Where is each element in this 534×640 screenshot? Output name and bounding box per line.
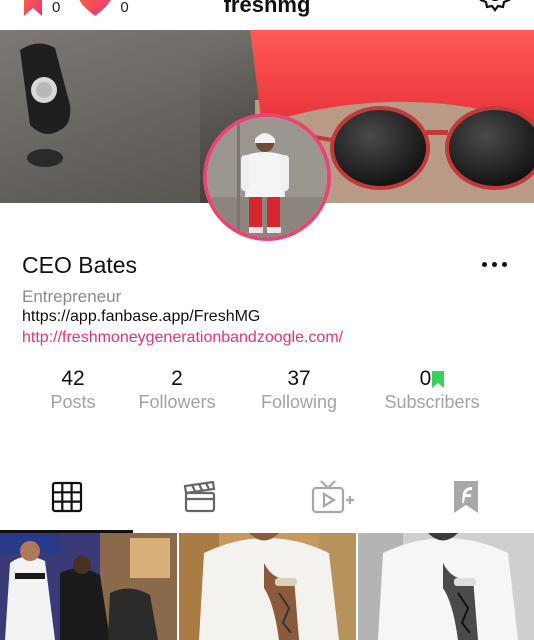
profile-name: CEO Bates xyxy=(22,252,138,278)
avatar[interactable] xyxy=(203,113,331,241)
stat-subscribers[interactable]: 0 Subscribers xyxy=(372,367,492,413)
stat-label: Followers xyxy=(138,392,216,412)
stat-value: 42 xyxy=(61,367,85,390)
post-thumbnail[interactable] xyxy=(0,533,177,640)
post-thumbnail[interactable] xyxy=(358,533,534,640)
stat-label: Posts xyxy=(50,392,96,412)
more-options-icon[interactable] xyxy=(482,262,507,267)
gear-icon[interactable] xyxy=(478,0,512,23)
tab-fanbase[interactable] xyxy=(399,478,532,520)
stat-value: 0 xyxy=(419,367,432,390)
tab-grid[interactable] xyxy=(0,478,133,520)
profile-link-primary[interactable]: https://app.fanbase.app/FreshMG xyxy=(22,308,260,326)
stat-value: 37 xyxy=(287,367,311,390)
tab-tv[interactable] xyxy=(266,478,399,520)
stat-posts[interactable]: 42 Posts xyxy=(30,367,116,413)
top-bar: 0 0 freshmg xyxy=(0,0,534,30)
stat-value-row: 0 xyxy=(372,367,492,391)
grid-icon xyxy=(51,481,83,518)
stat-following[interactable]: 37 Following xyxy=(250,367,348,413)
post-grid xyxy=(0,533,534,640)
profile-role: Entrepreneur xyxy=(22,287,122,306)
page-title: freshmg xyxy=(223,0,311,17)
post-thumbnail[interactable] xyxy=(179,533,356,640)
stat-value: 2 xyxy=(171,367,183,390)
fanbase-flag-icon xyxy=(452,479,480,520)
stat-label: Subscribers xyxy=(384,392,480,412)
subscriber-bookmark-icon xyxy=(431,370,445,388)
tab-videos[interactable] xyxy=(133,478,266,520)
tv-plus-icon xyxy=(309,479,357,519)
profile-link-secondary[interactable]: http://freshmoneygenerationbandzoogle.co… xyxy=(22,329,343,347)
stat-label: Following xyxy=(260,392,338,412)
stat-followers[interactable]: 2 Followers xyxy=(128,367,226,413)
clapperboard-icon xyxy=(183,480,217,518)
